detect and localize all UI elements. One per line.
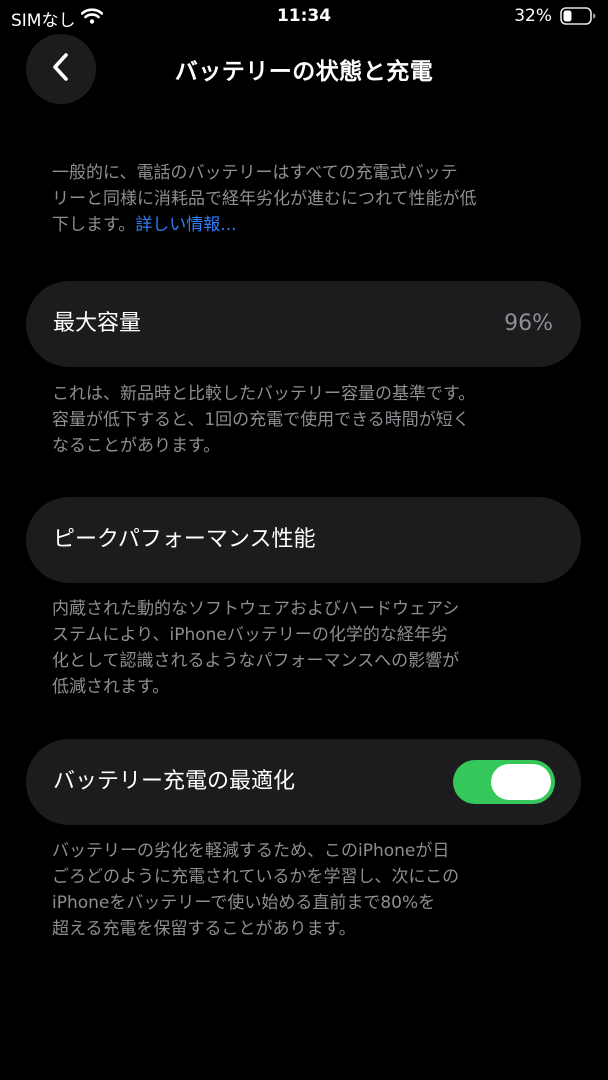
optimized-charging-description: バッテリーの劣化を軽減するため、このiPhoneが日 ごろどのように充電されてい… [52, 841, 460, 939]
page-title: バッテリーの状態と充電 [174, 59, 434, 85]
max-capacity-value: 96% [504, 311, 553, 336]
peak-performance-description: 内蔵された動的なソフトウェアおよびハードウェアシ ステムにより、iPhoneバッ… [52, 599, 460, 697]
optimized-charging-cell: バッテリー充電の最適化 [26, 739, 581, 825]
max-capacity-cell: 最大容量 96% [26, 281, 581, 367]
peak-performance-label: ピークパフォーマンス性能 [53, 527, 316, 552]
navigation-bar: バッテリーの状態と充電 [0, 34, 608, 104]
optimized-charging-toggle[interactable] [453, 760, 555, 804]
peak-performance-cell[interactable]: ピークパフォーマンス性能 [26, 497, 581, 583]
battery-icon [560, 7, 596, 25]
learn-more-link[interactable]: 詳しい情報... [135, 215, 236, 235]
intro-text: 一般的に、電話のバッテリーはすべての充電式バッテ リーと同様に消耗品で経年劣化が… [52, 163, 477, 235]
battery-percent: 32% [514, 6, 552, 26]
status-right: 32% [514, 6, 596, 26]
max-capacity-description: これは、新品時と比較したバッテリー容量の基準です。 容量が低下すると、1回の充電… [52, 384, 476, 456]
optimized-charging-label: バッテリー充電の最適化 [53, 769, 296, 794]
intro-description: 一般的に、電話のバッテリーはすべての充電式バッテ リーと同様に消耗品で経年劣化が… [52, 160, 552, 238]
toggle-knob [491, 764, 551, 800]
status-bar: SIMなし 11:34 32% [0, 0, 608, 34]
max-capacity-label: 最大容量 [53, 311, 142, 336]
